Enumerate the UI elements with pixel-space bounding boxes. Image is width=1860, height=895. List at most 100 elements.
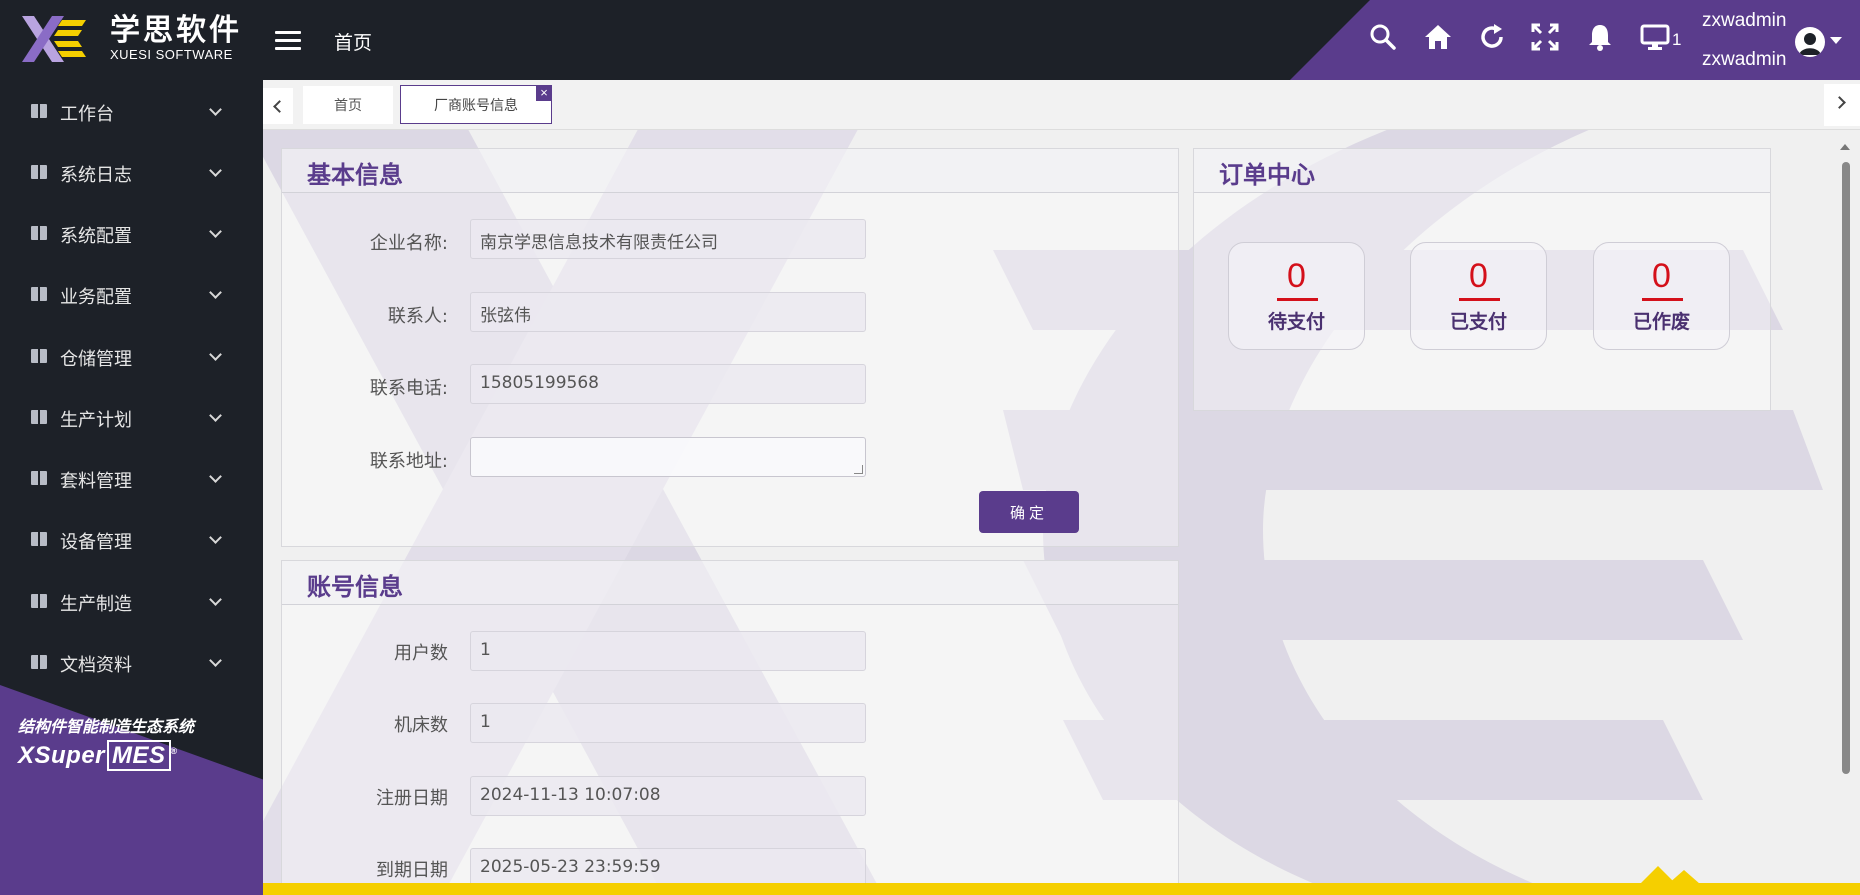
order-center-title: 订单中心: [1219, 161, 1315, 189]
scroll-up-arrow-icon[interactable]: [1840, 144, 1850, 150]
breadcrumb-home[interactable]: 首页: [334, 28, 372, 55]
chevron-down-icon: [209, 470, 222, 483]
tab-home[interactable]: 首页: [303, 86, 393, 124]
book-icon: [31, 226, 47, 240]
main-content: 基本信息 企业名称: 南京学思信息技术有限责任公司 联系人: 张弦伟 联系电话:…: [263, 130, 1860, 895]
monitor-icon[interactable]: [1640, 22, 1676, 58]
chevron-down-icon: [209, 654, 222, 667]
chevron-down-icon: [209, 593, 222, 606]
user-count-label: 用户数: [394, 643, 448, 664]
account-info-header: 账号信息: [282, 561, 1178, 605]
book-icon: [31, 471, 47, 485]
order-count: 0: [1287, 257, 1306, 295]
account-info-panel: 账号信息 用户数 1 机床数 1 注册日期 2024-11-13 10:07:0…: [281, 560, 1179, 895]
count-underline: [1642, 298, 1683, 301]
sidebar-item-label: 套料管理: [60, 471, 132, 492]
count-underline: [1277, 298, 1318, 301]
bottom-accent-bar: [263, 883, 1860, 895]
username-top[interactable]: zxwadmin: [1702, 10, 1786, 32]
order-count: 0: [1652, 257, 1671, 295]
machine-count-field[interactable]: 1: [470, 703, 866, 743]
sidebar-item-label: 生产计划: [60, 410, 132, 431]
sidebar-item-nesting[interactable]: 套料管理: [0, 452, 263, 502]
sidebar-item-warehouse[interactable]: 仓储管理: [0, 330, 263, 380]
sidebar-item-manufacturing[interactable]: 生产制造: [0, 575, 263, 625]
order-voided[interactable]: 0 已作废: [1593, 242, 1730, 350]
chevron-right-icon: [1833, 96, 1846, 109]
brand-prefix: XSuper: [18, 742, 106, 769]
book-icon: [31, 287, 47, 301]
scrollbar-thumb[interactable]: [1842, 162, 1850, 774]
registered-mark: ®: [170, 746, 178, 756]
contact-address-textarea[interactable]: [470, 437, 866, 477]
register-date-label: 注册日期: [376, 788, 448, 809]
logo-title: 学思软件: [110, 13, 242, 48]
sidebar-item-label: 仓储管理: [60, 349, 132, 370]
username-bottom[interactable]: zxwadmin: [1702, 49, 1786, 71]
tab-vendor-account[interactable]: 厂商账号信息: [400, 85, 552, 124]
chevron-down-icon: [209, 531, 222, 544]
sidebar-item-label: 系统配置: [60, 226, 132, 247]
contact-phone-field[interactable]: 15805199568: [470, 364, 866, 404]
content-scrollbar[interactable]: [1838, 140, 1853, 895]
user-count-field[interactable]: 1: [470, 631, 866, 671]
tab-scroll-left-button[interactable]: [263, 88, 293, 124]
search-icon[interactable]: [1368, 22, 1404, 58]
book-icon: [31, 594, 47, 608]
chevron-down-icon: [209, 103, 222, 116]
account-info-title: 账号信息: [307, 573, 403, 601]
order-center-header: 订单中心: [1194, 149, 1770, 193]
sidebar-item-production-plan[interactable]: 生产计划: [0, 391, 263, 441]
order-pending-payment[interactable]: 0 待支付: [1228, 242, 1365, 350]
order-center-panel: 订单中心 0 待支付 0 已支付 0 已作废: [1193, 148, 1771, 411]
home-icon[interactable]: [1423, 22, 1459, 58]
bell-icon[interactable]: [1585, 22, 1621, 58]
chevron-down-icon: [209, 286, 222, 299]
sidebar-item-business-config[interactable]: 业务配置: [0, 268, 263, 318]
sidebar-item-equipment[interactable]: 设备管理: [0, 513, 263, 563]
chevron-down-icon: [209, 348, 222, 361]
sidebar-item-label: 设备管理: [60, 532, 132, 553]
company-name-label: 企业名称:: [369, 233, 448, 254]
book-icon: [31, 104, 47, 118]
sidebar-brand-logo: XSuper MES ®: [18, 740, 178, 771]
sidebar-item-workbench[interactable]: 工作台: [0, 85, 263, 135]
user-avatar-icon[interactable]: [1795, 27, 1825, 57]
sidebar-item-label: 系统日志: [60, 165, 132, 186]
sidebar-item-system-config[interactable]: 系统配置: [0, 207, 263, 257]
tab-scroll-right-button[interactable]: [1824, 84, 1860, 126]
app-logo[interactable]: 学思软件 XUESI SOFTWARE: [20, 14, 242, 64]
expire-date-field[interactable]: 2025-05-23 23:59:59: [470, 848, 866, 888]
sidebar-slogan: 结构件智能制造生态系统: [18, 717, 195, 736]
brand-mes: MES: [107, 740, 171, 771]
register-date-field[interactable]: 2024-11-13 10:07:08: [470, 776, 866, 816]
tab-close-icon[interactable]: ×: [536, 85, 552, 101]
order-status-label: 已作废: [1632, 311, 1690, 333]
book-icon: [31, 165, 47, 179]
chevron-down-icon: [209, 164, 222, 177]
contact-person-label: 联系人:: [387, 306, 448, 327]
machine-count-label: 机床数: [394, 715, 448, 736]
order-paid[interactable]: 0 已支付: [1410, 242, 1547, 350]
sidebar-item-label: 生产制造: [60, 594, 132, 615]
chevron-down-icon: [209, 409, 222, 422]
confirm-button[interactable]: 确定: [979, 491, 1079, 533]
menu-toggle-icon[interactable]: [275, 31, 301, 51]
basic-info-header: 基本信息: [282, 149, 1178, 193]
sidebar-item-label: 文档资料: [60, 655, 132, 676]
user-menu-caret-icon[interactable]: [1830, 37, 1842, 44]
contact-person-field[interactable]: 张弦伟: [470, 292, 866, 332]
sidebar-item-documents[interactable]: 文档资料: [0, 636, 263, 686]
logo-text: 学思软件 XUESI SOFTWARE: [110, 15, 242, 63]
chevron-left-icon: [273, 100, 286, 113]
book-icon: [31, 655, 47, 669]
logo-subtitle: XUESI SOFTWARE: [110, 47, 233, 62]
chevron-down-icon: [209, 225, 222, 238]
book-icon: [31, 532, 47, 546]
company-name-field[interactable]: 南京学思信息技术有限责任公司: [470, 219, 866, 259]
order-status-label: 待支付: [1267, 311, 1325, 333]
refresh-icon[interactable]: [1477, 22, 1513, 58]
book-icon: [31, 349, 47, 363]
sidebar-item-system-log[interactable]: 系统日志: [0, 146, 263, 196]
fullscreen-icon[interactable]: [1530, 22, 1566, 58]
